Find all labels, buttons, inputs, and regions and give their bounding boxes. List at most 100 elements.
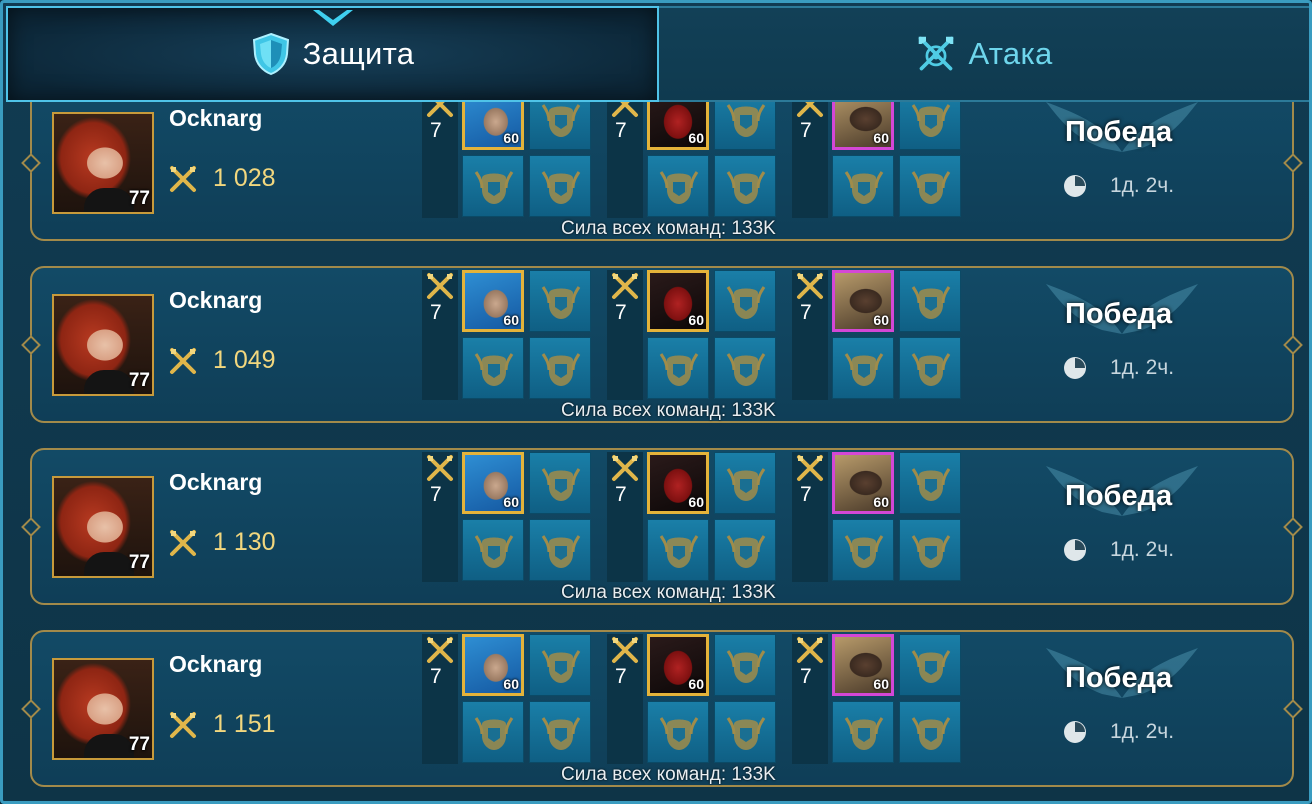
champion-level: 60 (503, 312, 519, 328)
player-power: 1 130 (169, 528, 276, 557)
champion-portrait[interactable]: 60 (647, 634, 709, 696)
empty-slot (899, 155, 961, 217)
player-power: 1 049 (169, 346, 276, 375)
empty-slot (462, 337, 524, 399)
champion-portrait[interactable]: 60 (647, 270, 709, 332)
helmet-icon (911, 104, 951, 137)
team-power-label: Сила всех команд: 133K (561, 582, 776, 603)
time-ago: 1д. 2ч. (1110, 720, 1175, 743)
battle-row[interactable]: 77 Ocknarg 1 028 7 60 7 60 7 60 Сила все… (30, 102, 1294, 241)
helmet-icon (541, 171, 581, 204)
helmet-icon (844, 535, 884, 568)
champion-level: 60 (873, 312, 889, 328)
champion-level: 60 (873, 130, 889, 146)
empty-slot (647, 519, 709, 581)
tab-bar: Защита Атака (6, 6, 1309, 102)
team-level: 7 (430, 665, 442, 688)
team-level: 7 (800, 119, 812, 142)
champion-level: 60 (688, 494, 704, 510)
player-level: 77 (128, 370, 150, 391)
empty-slot (899, 634, 961, 696)
helmet-icon (474, 535, 514, 568)
champion-portrait[interactable]: 60 (462, 270, 524, 332)
champion-portrait[interactable]: 60 (832, 634, 894, 696)
champion-level: 60 (688, 312, 704, 328)
empty-slot (714, 270, 776, 332)
helmet-icon (911, 717, 951, 750)
team-level: 7 (430, 119, 442, 142)
empty-slot (529, 634, 591, 696)
champion-portrait[interactable]: 60 (832, 102, 894, 150)
battle-row[interactable]: 77 Ocknarg 1 151 7 60 7 60 7 60 Сила все… (30, 630, 1294, 787)
empty-slot (529, 519, 591, 581)
helmet-icon (474, 717, 514, 750)
helmet-icon (844, 717, 884, 750)
champion-portrait[interactable]: 60 (832, 270, 894, 332)
battle-list[interactable]: 77 Ocknarg 1 028 7 60 7 60 7 60 Сила все… (6, 102, 1309, 801)
team-level: 7 (615, 483, 627, 506)
empty-slot (899, 337, 961, 399)
team-2: 7 60 (607, 268, 776, 402)
empty-slot (832, 155, 894, 217)
empty-slot (529, 337, 591, 399)
helmet-icon (726, 468, 766, 501)
player-name: Ocknarg (169, 469, 263, 495)
time-ago: 1д. 2ч. (1110, 356, 1175, 379)
helmet-icon (911, 171, 951, 204)
crossed-swords-icon (170, 711, 196, 738)
active-tab-indicator (312, 10, 353, 26)
tab-attack-label: Атака (968, 36, 1053, 71)
team-2: 7 60 (607, 450, 776, 584)
team-3: 7 60 (792, 268, 961, 402)
battle-history-panel: Защита Атака 77 Ocknarg 1 028 7 60 7 60 … (0, 0, 1312, 804)
team-1: 7 60 (422, 450, 591, 584)
player-avatar[interactable]: 77 (52, 476, 154, 578)
champion-portrait[interactable]: 60 (462, 102, 524, 150)
empty-slot (529, 270, 591, 332)
power-value: 1 049 (213, 346, 276, 374)
crossed-swords-icon (612, 455, 638, 481)
empty-slot (899, 102, 961, 150)
helmet-icon (541, 104, 581, 137)
champion-portrait[interactable]: 60 (462, 634, 524, 696)
helmet-icon (911, 650, 951, 683)
battle-row[interactable]: 77 Ocknarg 1 130 7 60 7 60 7 60 Сила все… (30, 448, 1294, 605)
player-power: 1 151 (169, 710, 276, 739)
team-3: 7 60 (792, 102, 961, 220)
empty-slot (714, 701, 776, 763)
clock-icon (1064, 539, 1086, 561)
player-name: Ocknarg (169, 287, 263, 313)
player-avatar[interactable]: 77 (52, 658, 154, 760)
empty-slot (462, 519, 524, 581)
tab-attack[interactable]: Атака (659, 6, 1309, 102)
champion-portrait[interactable]: 60 (647, 452, 709, 514)
battle-row[interactable]: 77 Ocknarg 1 049 7 60 7 60 7 60 Сила все… (30, 266, 1294, 423)
empty-slot (899, 701, 961, 763)
team-level: 7 (430, 301, 442, 324)
empty-slot (899, 452, 961, 514)
helmet-icon (659, 353, 699, 386)
crossed-swords-icon (797, 455, 823, 481)
empty-slot (529, 701, 591, 763)
team-1: 7 60 (422, 268, 591, 402)
team-level: 7 (800, 665, 812, 688)
champion-portrait[interactable]: 60 (462, 452, 524, 514)
tab-defense[interactable]: Защита (6, 6, 659, 102)
helmet-icon (726, 717, 766, 750)
team-3: 7 60 (792, 450, 961, 584)
crossed-swords-icon (797, 102, 823, 117)
player-avatar[interactable]: 77 (52, 294, 154, 396)
team-1: 7 60 (422, 632, 591, 766)
champion-portrait[interactable]: 60 (647, 102, 709, 150)
team-1: 7 60 (422, 102, 591, 220)
crossed-swords-icon (427, 102, 453, 117)
helmet-icon (911, 353, 951, 386)
empty-slot (714, 337, 776, 399)
champion-portrait[interactable]: 60 (832, 452, 894, 514)
player-avatar[interactable]: 77 (52, 112, 154, 214)
crossed-swords-icon (612, 637, 638, 663)
champion-level: 60 (503, 494, 519, 510)
helmet-icon (911, 286, 951, 319)
helmet-icon (726, 353, 766, 386)
power-value: 1 130 (213, 528, 276, 556)
